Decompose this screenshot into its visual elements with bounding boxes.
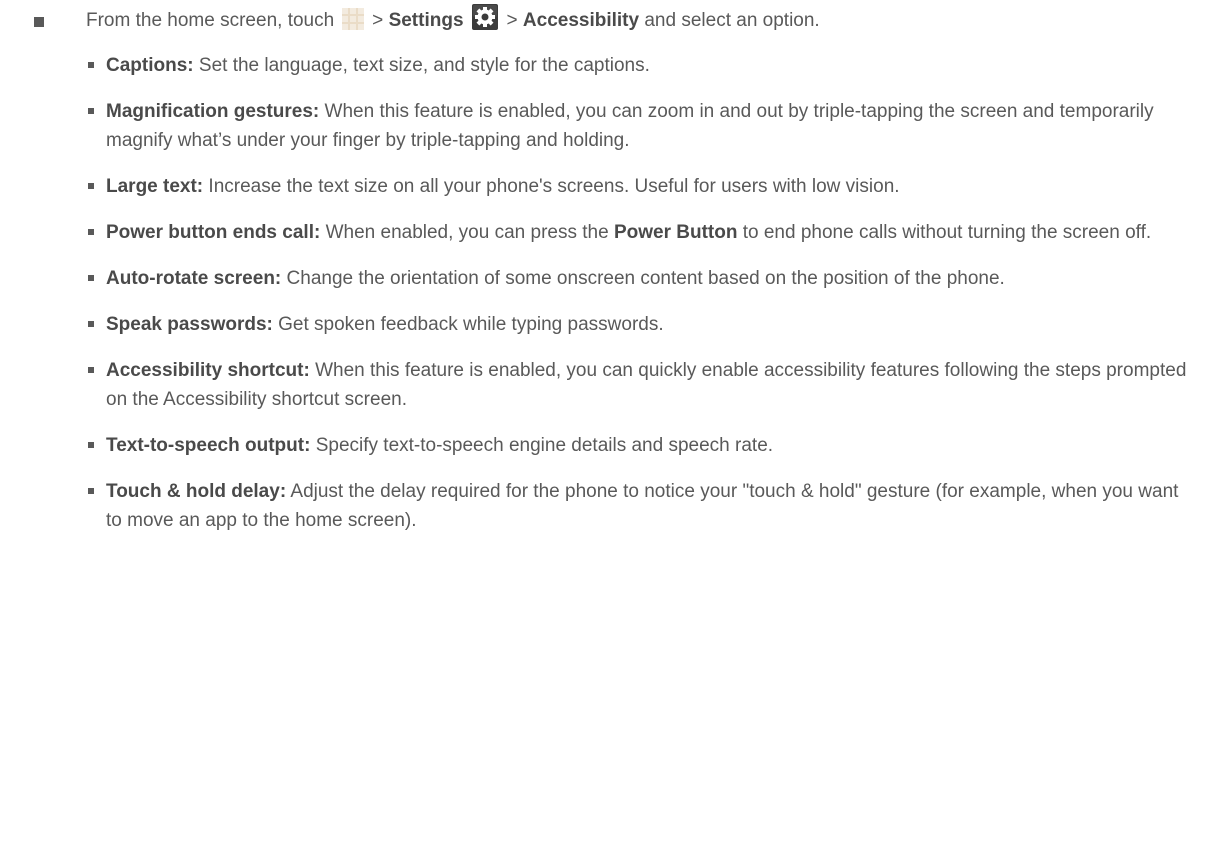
list-item-touch-hold-delay: Touch & hold delay: Adjust the delay req… xyxy=(88,477,1188,535)
bullet xyxy=(88,367,94,373)
option-description: Specify text-to-speech engine details an… xyxy=(315,435,774,456)
list-item-text-to-speech-output: Text-to-speech output: Specify text-to-s… xyxy=(88,431,1188,460)
separator: > xyxy=(372,10,384,31)
option-term: Large text: xyxy=(106,176,204,197)
main-step-suffix: and select an option. xyxy=(644,10,820,31)
option-term: Power button ends call: xyxy=(106,222,321,243)
gear-icon xyxy=(471,3,498,30)
option-term: Touch & hold delay: xyxy=(106,481,287,502)
option-description: Change the orientation of some onscreen … xyxy=(286,268,1005,289)
bullet xyxy=(88,183,94,189)
apps-grid-icon xyxy=(342,7,365,30)
list-item-captions: Captions: Set the language, text size, a… xyxy=(88,51,1188,80)
power-button-label: Power Button xyxy=(613,222,738,243)
option-description: Increase the text size on all your phone… xyxy=(208,176,900,197)
bullet xyxy=(88,321,94,327)
option-term: Captions: xyxy=(106,55,194,76)
list-item-auto-rotate-screen: Auto-rotate screen: Change the orientati… xyxy=(88,264,1188,293)
option-description-part: to end phone calls without turning the s… xyxy=(742,222,1152,243)
option-term: Magnification gestures: xyxy=(106,101,320,122)
bullet xyxy=(88,275,94,281)
main-bullet xyxy=(34,16,44,27)
bullet xyxy=(88,62,94,68)
option-description: Set the language, text size, and style f… xyxy=(198,55,650,76)
accessibility-options-list: Captions: Set the language, text size, a… xyxy=(88,51,1188,552)
settings-label: Settings xyxy=(388,10,464,31)
bullet xyxy=(88,488,94,494)
main-step-text: From the home screen, touch > Settings >… xyxy=(86,3,820,35)
list-item-magnification-gestures: Magnification gestures: When this featur… xyxy=(88,97,1188,155)
list-item-accessibility-shortcut: Accessibility shortcut: When this featur… xyxy=(88,356,1188,414)
main-step: From the home screen, touch > Settings >… xyxy=(34,3,820,35)
bullet xyxy=(88,442,94,448)
list-item-large-text: Large text: Increase the text size on al… xyxy=(88,172,1188,201)
bullet xyxy=(88,229,94,235)
list-item-speak-passwords: Speak passwords: Get spoken feedback whi… xyxy=(88,310,1188,339)
option-description: Get spoken feedback while typing passwor… xyxy=(278,314,664,335)
accessibility-label: Accessibility xyxy=(522,10,640,31)
list-item-power-button-ends-call: Power button ends call: When enabled, yo… xyxy=(88,218,1188,247)
option-term: Text-to-speech output: xyxy=(106,435,311,456)
option-term: Auto-rotate screen: xyxy=(106,268,282,289)
option-description-part: When enabled, you can press the xyxy=(325,222,609,243)
main-step-prefix: From the home screen, touch xyxy=(86,10,335,31)
option-term: Accessibility shortcut: xyxy=(106,360,310,381)
separator: > xyxy=(506,10,518,31)
page: From the home screen, touch > Settings >… xyxy=(0,0,1214,852)
bullet xyxy=(88,108,94,114)
option-term: Speak passwords: xyxy=(106,314,273,335)
